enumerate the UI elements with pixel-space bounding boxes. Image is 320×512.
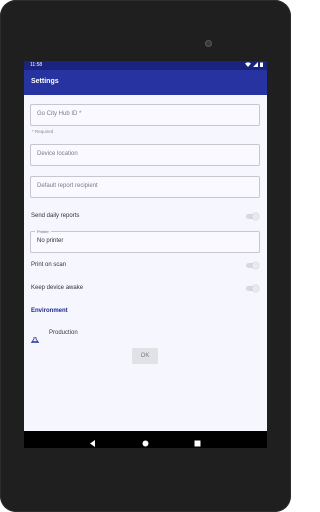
front-camera: [205, 40, 212, 47]
switch-knob: [252, 285, 259, 292]
go-city-hub-id-placeholder: Go City Hub ID *: [37, 111, 82, 117]
page-title: Settings: [31, 78, 59, 85]
printer-label: Printer: [35, 229, 51, 234]
print-on-scan-switch[interactable]: [246, 262, 259, 269]
recents-square-icon[interactable]: [193, 435, 202, 447]
wifi-icon: [245, 62, 251, 69]
flask-icon: [30, 330, 40, 343]
environment-option-production[interactable]: Production: [30, 330, 78, 343]
default-report-recipient-placeholder: Default report recipient: [37, 183, 98, 189]
status-bar: 11:58: [24, 61, 267, 70]
keep-device-awake-switch[interactable]: [246, 285, 259, 292]
send-daily-reports-label: Send daily reports: [31, 213, 80, 219]
default-report-recipient-field[interactable]: Default report recipient: [30, 176, 260, 198]
status-time: 11:58: [30, 62, 43, 68]
tablet-device-frame: 11:58 Settings Go City Hub ID * * Requir…: [0, 0, 291, 512]
back-triangle-icon[interactable]: [88, 435, 97, 447]
required-helper-text: * Required: [32, 129, 54, 134]
environment-selected-label: Production: [49, 330, 78, 336]
app-bar: Settings: [24, 70, 267, 95]
status-icons: [245, 62, 263, 69]
navigation-bar: [24, 431, 267, 448]
ok-button[interactable]: OK: [132, 348, 158, 364]
printer-select[interactable]: Printer No printer: [30, 229, 260, 253]
printer-value: No printer: [37, 238, 64, 244]
app-screen: 11:58 Settings Go City Hub ID * * Requir…: [24, 61, 267, 448]
switch-knob: [252, 213, 259, 220]
switch-knob: [252, 262, 259, 269]
go-city-hub-id-field[interactable]: Go City Hub ID *: [30, 104, 260, 126]
print-on-scan-label: Print on scan: [31, 262, 67, 268]
send-daily-reports-switch[interactable]: [246, 213, 259, 220]
keep-device-awake-label: Keep device awake: [31, 285, 84, 291]
device-location-placeholder: Device location: [37, 151, 78, 157]
signal-icon: [253, 62, 258, 69]
battery-icon: [260, 62, 263, 69]
settings-form: Go City Hub ID * * Required Device locat…: [24, 95, 267, 431]
home-circle-icon[interactable]: [141, 435, 150, 447]
device-location-field[interactable]: Device location: [30, 144, 260, 166]
environment-section-title: Environment: [31, 308, 68, 314]
